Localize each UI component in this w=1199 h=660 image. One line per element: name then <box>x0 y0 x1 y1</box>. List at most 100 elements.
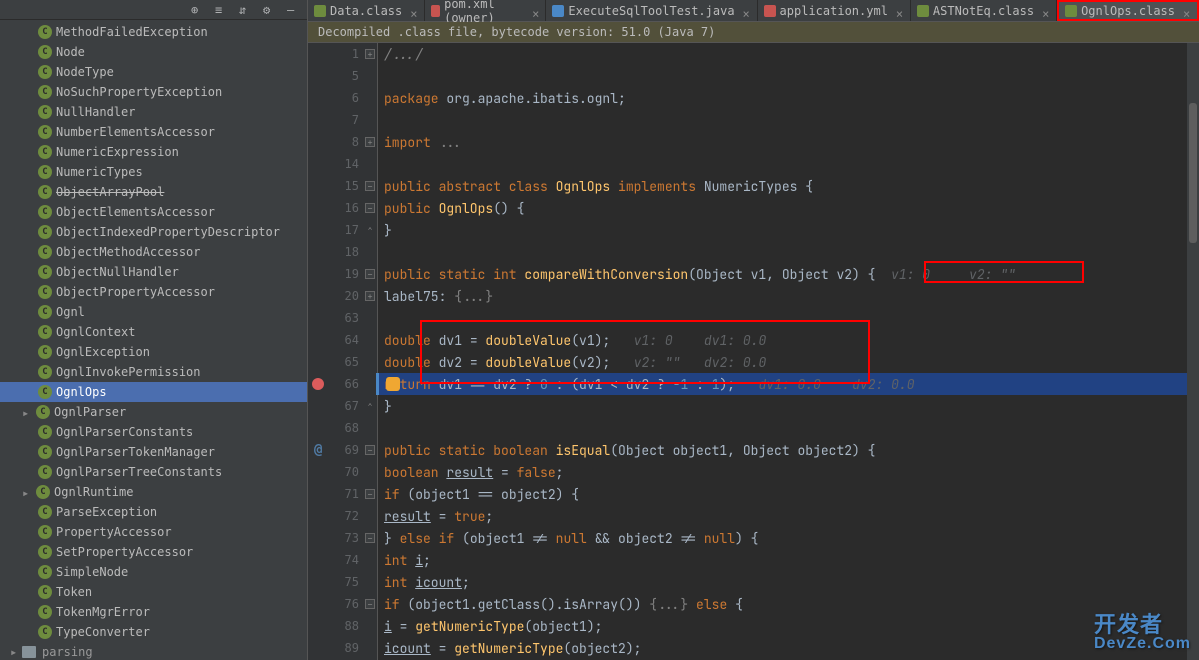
tree-item-ognlexception[interactable]: COgnlException <box>0 342 307 362</box>
code-line-6[interactable]: package org.apache.ibatis.ognl; <box>378 87 1199 109</box>
gutter-line-18[interactable]: 18 <box>308 241 377 263</box>
code-lines[interactable]: /.../ package org.apache.ibatis.ognl; impo… <box>378 43 1199 660</box>
tree-item-numerictypes[interactable]: CNumericTypes <box>0 162 307 182</box>
gutter-line-65[interactable]: 65 <box>308 351 377 373</box>
breakpoint-icon[interactable] <box>312 378 324 390</box>
gutter[interactable]: 1+5678+1415−16−17⌃1819−20+6364656667⌃686… <box>308 43 378 660</box>
gutter-line-75[interactable]: 75 <box>308 571 377 593</box>
editor-scrollbar[interactable] <box>1187 43 1199 660</box>
gutter-line-72[interactable]: 72 <box>308 505 377 527</box>
gutter-line-88[interactable]: 88 <box>308 615 377 637</box>
gutter-line-67[interactable]: 67⌃ <box>308 395 377 417</box>
gutter-line-1[interactable]: 1+ <box>308 43 377 65</box>
gutter-line-66[interactable]: 66 <box>308 373 377 395</box>
gutter-line-17[interactable]: 17⌃ <box>308 219 377 241</box>
close-icon[interactable]: × <box>1183 7 1191 15</box>
fold-marker-icon[interactable]: ⌃ <box>365 225 375 235</box>
filter-icon[interactable]: ⇵ <box>239 3 253 17</box>
tree-item-ognlops[interactable]: COgnlOps <box>0 382 307 402</box>
tree-item-objectindexedpropertydescriptor[interactable]: CObjectIndexedPropertyDescriptor <box>0 222 307 242</box>
tab-pom-xml--owner-[interactable]: pom.xml (owner)× <box>425 0 546 21</box>
sort-icon[interactable]: ≡ <box>215 3 229 17</box>
tab-astnoteq-class[interactable]: ASTNotEq.class× <box>911 0 1057 21</box>
tree-item-simplenode[interactable]: CSimpleNode <box>0 562 307 582</box>
gutter-line-15[interactable]: 15− <box>308 175 377 197</box>
tree-item-ognlparsertreeconstants[interactable]: COgnlParserTreeConstants <box>0 462 307 482</box>
code-line-7[interactable] <box>378 109 1199 131</box>
tab-application-yml[interactable]: application.yml× <box>758 0 911 21</box>
tree-item-nullhandler[interactable]: CNullHandler <box>0 102 307 122</box>
tree-item-ognl[interactable]: COgnl <box>0 302 307 322</box>
tree-item-objectelementsaccessor[interactable]: CObjectElementsAccessor <box>0 202 307 222</box>
code-line-75[interactable]: int icount; <box>378 571 1199 593</box>
code-line-15[interactable]: public abstract class OgnlOps implements… <box>378 175 1199 197</box>
gutter-line-16[interactable]: 16− <box>308 197 377 219</box>
tree-item-ognlinvokepermission[interactable]: COgnlInvokePermission <box>0 362 307 382</box>
close-icon[interactable]: × <box>743 7 751 15</box>
tree-item-propertyaccessor[interactable]: CPropertyAccessor <box>0 522 307 542</box>
code-line-69[interactable]: public static boolean isEqual(Object obj… <box>378 439 1199 461</box>
code-area[interactable]: 1+5678+1415−16−17⌃1819−20+6364656667⌃686… <box>308 43 1199 660</box>
gutter-line-5[interactable]: 5 <box>308 65 377 87</box>
fold-marker-icon[interactable]: + <box>365 137 375 147</box>
close-icon[interactable]: × <box>896 7 904 15</box>
code-line-68[interactable] <box>378 417 1199 439</box>
close-icon[interactable]: × <box>1042 7 1050 15</box>
close-icon[interactable]: × <box>410 7 418 15</box>
code-line-88[interactable]: i = getNumericType(object1); <box>378 615 1199 637</box>
tree-item-setpropertyaccessor[interactable]: CSetPropertyAccessor <box>0 542 307 562</box>
tree-item-node[interactable]: CNode <box>0 42 307 62</box>
gutter-line-76[interactable]: 76− <box>308 593 377 615</box>
fold-marker-icon[interactable]: − <box>365 533 375 543</box>
tree-item-typeconverter[interactable]: CTypeConverter <box>0 622 307 642</box>
code-line-71[interactable]: if (object1 == object2) { <box>378 483 1199 505</box>
code-line-74[interactable]: int i; <box>378 549 1199 571</box>
tree-item-nodetype[interactable]: CNodeType <box>0 62 307 82</box>
gutter-line-73[interactable]: 73− <box>308 527 377 549</box>
code-line-8[interactable]: import ... <box>378 131 1199 153</box>
fold-marker-icon[interactable]: + <box>365 291 375 301</box>
tree-item-objectarraypool[interactable]: CObjectArrayPool <box>0 182 307 202</box>
fold-marker-icon[interactable]: − <box>365 445 375 455</box>
scroll-thumb[interactable] <box>1189 103 1197 243</box>
code-line-20[interactable]: label75: {...} <box>378 285 1199 307</box>
tree-item-objectpropertyaccessor[interactable]: CObjectPropertyAccessor <box>0 282 307 302</box>
gutter-line-71[interactable]: 71− <box>308 483 377 505</box>
fold-marker-icon[interactable]: − <box>365 181 375 191</box>
code-line-73[interactable]: } else if (object1 != null && object2 !=… <box>378 527 1199 549</box>
code-line-72[interactable]: result = true; <box>378 505 1199 527</box>
fold-marker-icon[interactable]: − <box>365 489 375 499</box>
tree-item-numberelementsaccessor[interactable]: CNumberElementsAccessor <box>0 122 307 142</box>
tree-item-parseexception[interactable]: CParseException <box>0 502 307 522</box>
gutter-line-7[interactable]: 7 <box>308 109 377 131</box>
intention-bulb-icon[interactable] <box>386 377 400 391</box>
code-line-5[interactable] <box>378 65 1199 87</box>
tree-item-ognlcontext[interactable]: COgnlContext <box>0 322 307 342</box>
gutter-line-14[interactable]: 14 <box>308 153 377 175</box>
gutter-line-70[interactable]: 70 <box>308 461 377 483</box>
gutter-line-68[interactable]: 68 <box>308 417 377 439</box>
code-line-70[interactable]: boolean result = false; <box>378 461 1199 483</box>
code-line-64[interactable]: double dv1 = doubleValue(v1); v1: 0 dv1:… <box>378 329 1199 351</box>
close-icon[interactable]: × <box>532 7 539 15</box>
gutter-line-19[interactable]: 19− <box>308 263 377 285</box>
code-line-67[interactable]: } <box>378 395 1199 417</box>
tree-item-numericexpression[interactable]: CNumericExpression <box>0 142 307 162</box>
fold-marker-icon[interactable]: − <box>365 269 375 279</box>
tree-item-methodfailedexception[interactable]: CMethodFailedException <box>0 22 307 42</box>
gutter-line-20[interactable]: 20+ <box>308 285 377 307</box>
code-line-18[interactable] <box>378 241 1199 263</box>
gutter-line-6[interactable]: 6 <box>308 87 377 109</box>
code-line-1[interactable]: /.../ <box>378 43 1199 65</box>
tree-item-token[interactable]: CToken <box>0 582 307 602</box>
gutter-line-69[interactable]: 69−@ <box>308 439 377 461</box>
gutter-line-63[interactable]: 63 <box>308 307 377 329</box>
fold-marker-icon[interactable]: ⌃ <box>365 401 375 411</box>
fold-marker-icon[interactable]: − <box>365 599 375 609</box>
tree-item-ognlparsertokenmanager[interactable]: COgnlParserTokenManager <box>0 442 307 462</box>
code-line-14[interactable] <box>378 153 1199 175</box>
tree-item-ognlparser[interactable]: ▸COgnlParser <box>0 402 307 422</box>
code-line-19[interactable]: public static int compareWithConversion(… <box>378 263 1199 285</box>
gutter-line-64[interactable]: 64 <box>308 329 377 351</box>
tree-item-objectmethodaccessor[interactable]: CObjectMethodAccessor <box>0 242 307 262</box>
